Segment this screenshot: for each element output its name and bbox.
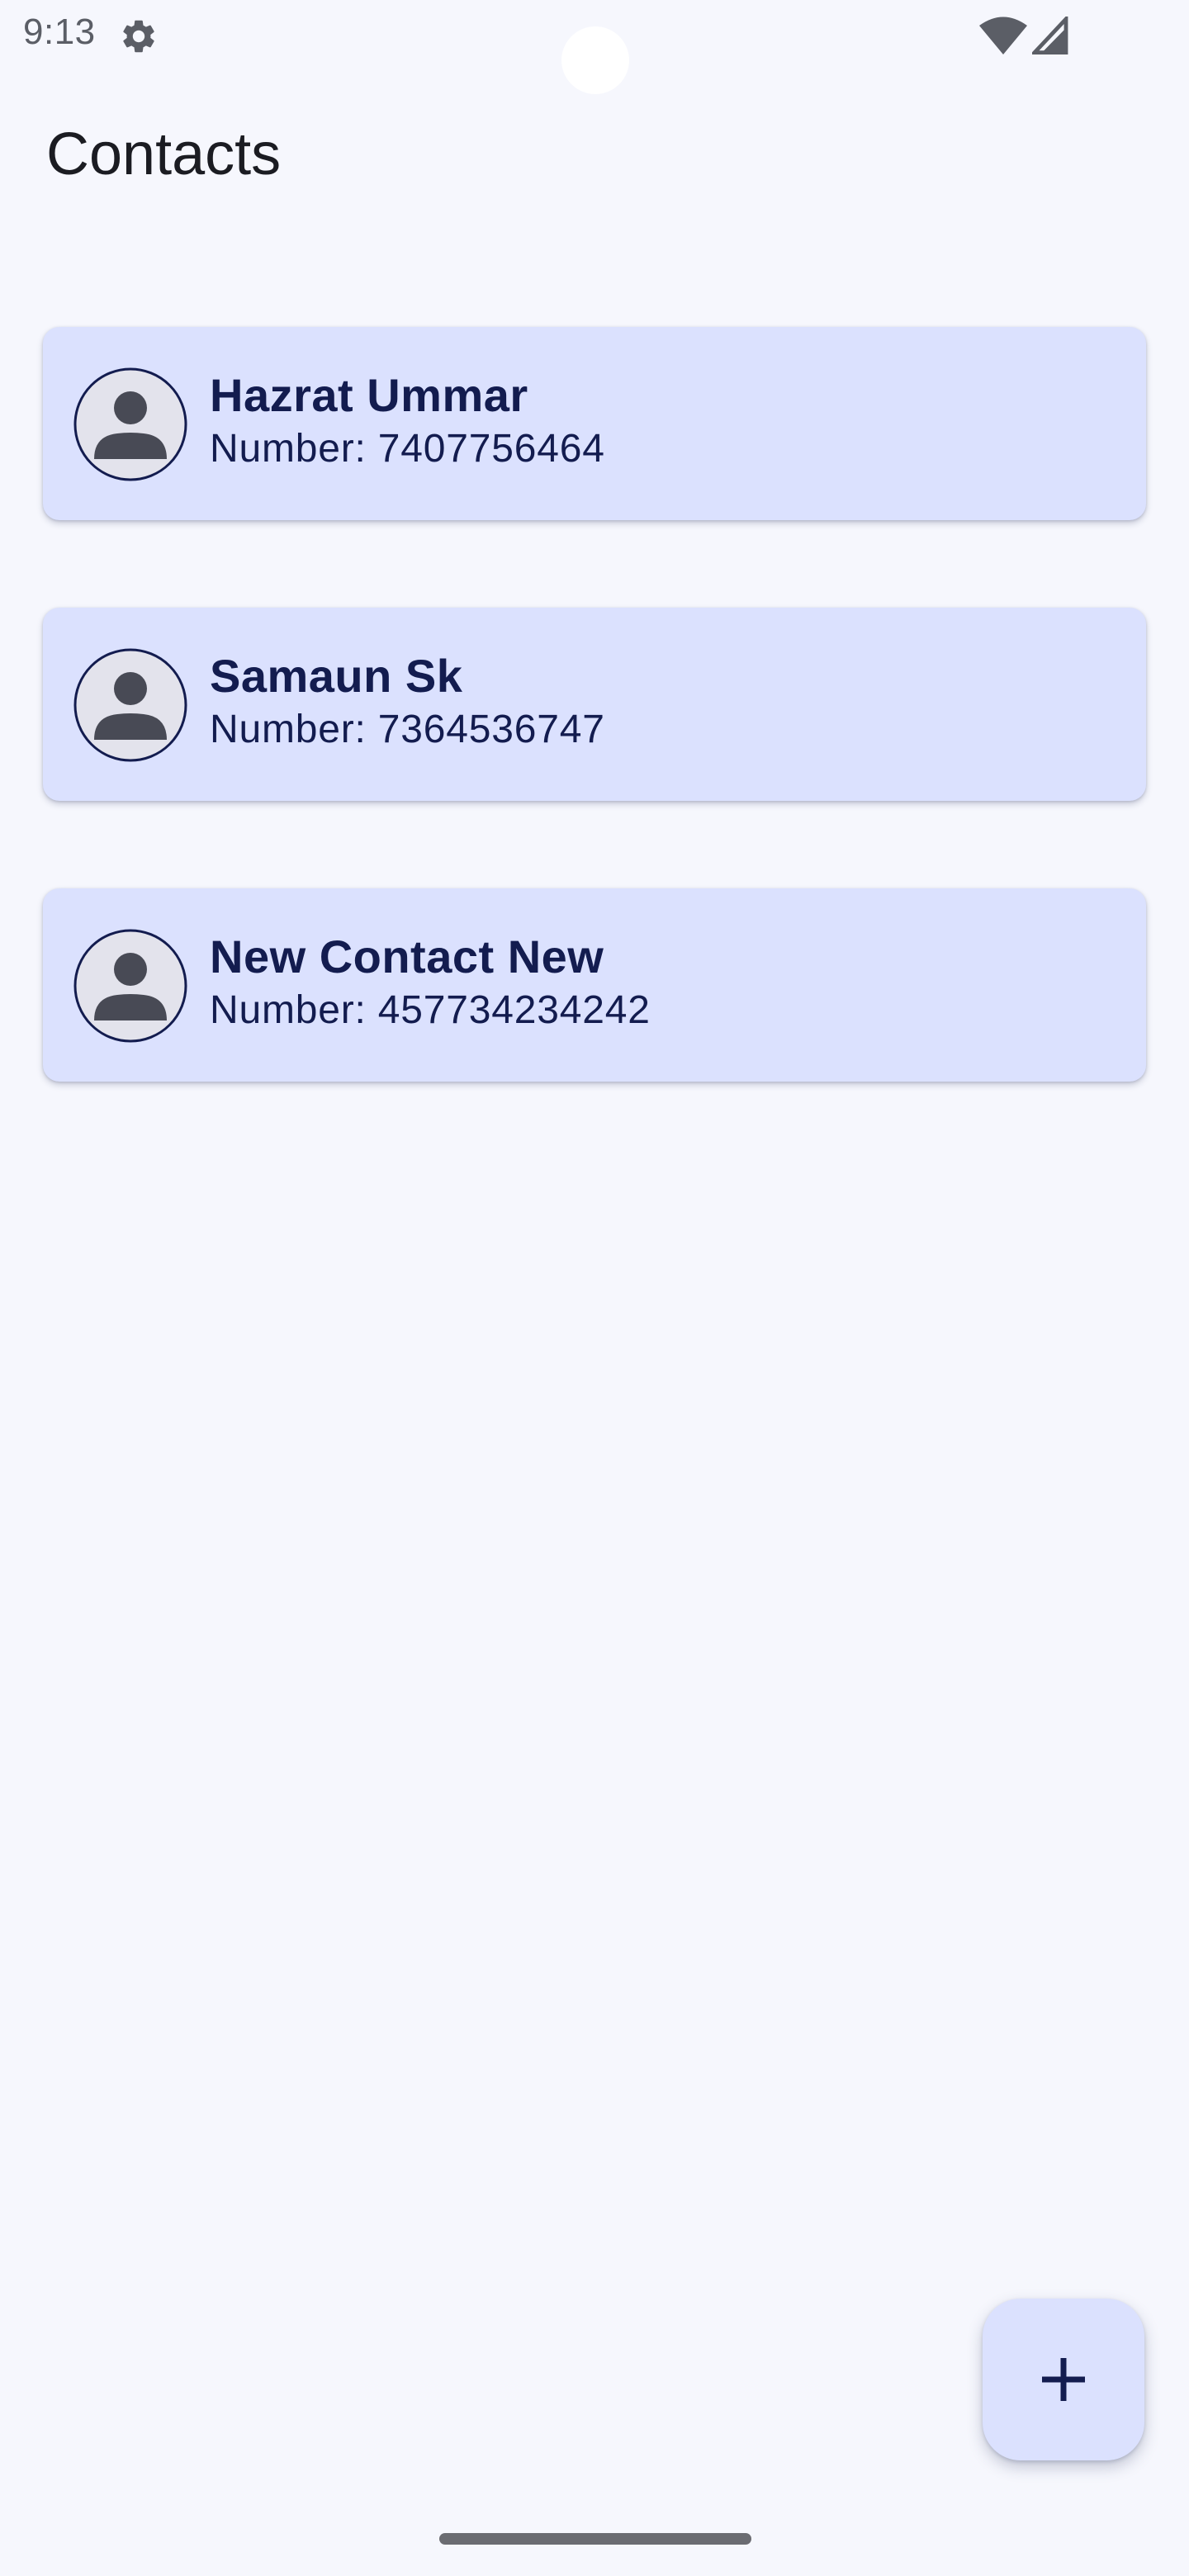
status-time: 9:13	[23, 12, 96, 52]
cell-signal-icon	[1032, 17, 1068, 54]
contact-card[interactable]: Samaun Sk Number: 7364536747	[43, 608, 1146, 801]
add-contact-button[interactable]	[983, 2299, 1144, 2460]
status-bar: 9:13	[0, 0, 1189, 94]
person-avatar-icon	[73, 367, 187, 481]
contact-name: New Contact New	[210, 930, 604, 983]
home-indicator[interactable]	[439, 2533, 751, 2545]
person-avatar-icon	[73, 929, 187, 1043]
contact-number: Number: 7364536747	[210, 708, 605, 751]
contact-name: Samaun Sk	[210, 650, 463, 702]
person-avatar-icon	[73, 648, 187, 762]
contact-name: Hazrat Ummar	[210, 369, 528, 421]
gear-icon	[123, 20, 154, 53]
contact-card[interactable]: New Contact New Number: 457734234242	[43, 888, 1146, 1082]
wifi-icon	[979, 17, 1027, 54]
contact-number: Number: 457734234242	[210, 988, 651, 1032]
contact-list: Hazrat Ummar Number: 7407756464 Samaun S…	[43, 327, 1146, 1169]
camera-cutout	[561, 26, 629, 94]
page-title: Contacts	[46, 121, 282, 187]
plus-icon	[1042, 2358, 1085, 2401]
contact-card[interactable]: Hazrat Ummar Number: 7407756464	[43, 327, 1146, 520]
contact-number: Number: 7407756464	[210, 427, 605, 471]
